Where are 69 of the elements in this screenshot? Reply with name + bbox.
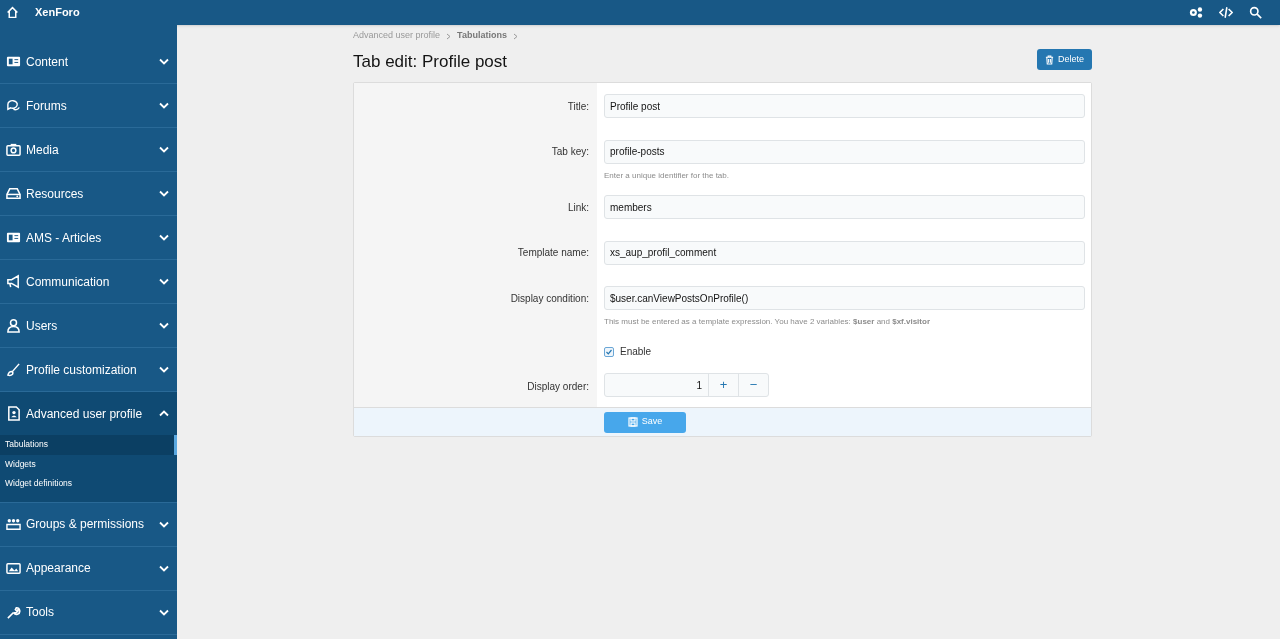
field-label: Template name: xyxy=(517,247,589,258)
text-field[interactable]: profile-posts xyxy=(604,139,1085,164)
field-label: Title: xyxy=(567,100,589,112)
user-icon xyxy=(6,318,21,333)
text-field[interactable]: members xyxy=(604,195,1085,219)
megaphone-icon xyxy=(6,274,21,289)
sidebar-item[interactable]: Tools xyxy=(0,590,177,634)
chevron-icon xyxy=(159,234,169,241)
increment-button[interactable]: + xyxy=(708,374,738,396)
sidebar-item[interactable]: Users xyxy=(0,304,177,347)
newspaper-icon xyxy=(6,230,21,245)
chevron-icon xyxy=(512,32,518,40)
checkbox[interactable] xyxy=(604,346,614,357)
users-group-icon xyxy=(6,516,21,532)
camera-icon xyxy=(6,142,21,157)
paintbrush-icon xyxy=(6,362,21,377)
field-label: Display order: xyxy=(527,381,589,392)
wrench-icon xyxy=(6,604,21,620)
chevron-icon xyxy=(159,58,169,65)
sidebar-item[interactable]: Appearance xyxy=(0,546,177,590)
field-hint: Enter a unique identifier for the tab. xyxy=(604,169,730,182)
sidebar-item[interactable]: Resources xyxy=(0,172,177,215)
speech-bubbles-icon xyxy=(6,98,21,113)
image-icon xyxy=(6,560,21,576)
chevron-icon xyxy=(159,366,169,373)
field-hint: This must be entered as a template expression. You have 2 variables: $user and $xf.visitor xyxy=(604,316,931,328)
delete-button[interactable]: Delete xyxy=(1037,49,1092,71)
chevron-icon xyxy=(159,608,169,616)
chevron-icon xyxy=(159,190,169,197)
breadcrumb-link[interactable]: Tabulations xyxy=(457,29,507,43)
gears-icon[interactable] xyxy=(1189,6,1203,19)
chevron-icon xyxy=(446,32,452,40)
search-icon[interactable] xyxy=(1249,6,1262,19)
drive-icon xyxy=(6,186,21,201)
text-field[interactable]: $user.canViewPostsOnProfile() xyxy=(604,286,1085,310)
page-title: Tab edit: Profile post xyxy=(353,51,508,73)
code-icon[interactable] xyxy=(1219,6,1233,19)
trash-icon xyxy=(1045,54,1054,65)
checkbox-label: Enable xyxy=(620,345,652,359)
chevron-icon xyxy=(159,322,169,329)
chevron-icon xyxy=(159,564,169,572)
chevron-icon xyxy=(159,520,169,528)
sidebar-item[interactable]: Media xyxy=(0,128,177,171)
chevron-icon xyxy=(159,278,169,285)
sidebar-subitem[interactable]: Widgets xyxy=(0,454,177,474)
field-label: Display condition: xyxy=(510,292,589,304)
save-icon xyxy=(627,417,638,427)
sidebar-item[interactable]: Groups & permissions xyxy=(0,502,177,546)
sidebar-item[interactable]: Advanced user profile xyxy=(0,392,177,435)
sidebar-item[interactable]: Profile customization xyxy=(0,348,177,391)
sidebar-subitem[interactable]: Tabulations xyxy=(0,435,177,455)
profile-document-icon xyxy=(6,406,21,421)
home-icon[interactable] xyxy=(6,6,19,19)
field-label: Tab key: xyxy=(551,146,589,157)
chevron-icon xyxy=(159,146,169,153)
site-title[interactable]: XenForo xyxy=(35,4,80,21)
sidebar-item[interactable]: AMS - Articles xyxy=(0,216,177,259)
sidebar-item[interactable]: Forums xyxy=(0,84,177,127)
newspaper-icon xyxy=(6,54,21,69)
decrement-button[interactable]: − xyxy=(738,374,768,396)
chevron-icon xyxy=(159,410,169,417)
sidebar-subitem[interactable]: Widget definitions xyxy=(0,474,177,494)
text-field[interactable]: Profile post xyxy=(604,94,1085,118)
text-field[interactable]: xs_aup_profil_comment xyxy=(604,240,1085,265)
number-field[interactable]: 1 + − xyxy=(604,373,769,397)
field-label: Link: xyxy=(567,201,589,213)
sidebar-item[interactable]: Content xyxy=(0,40,177,83)
chevron-icon xyxy=(159,102,169,109)
sidebar-item[interactable]: Communication xyxy=(0,260,177,303)
